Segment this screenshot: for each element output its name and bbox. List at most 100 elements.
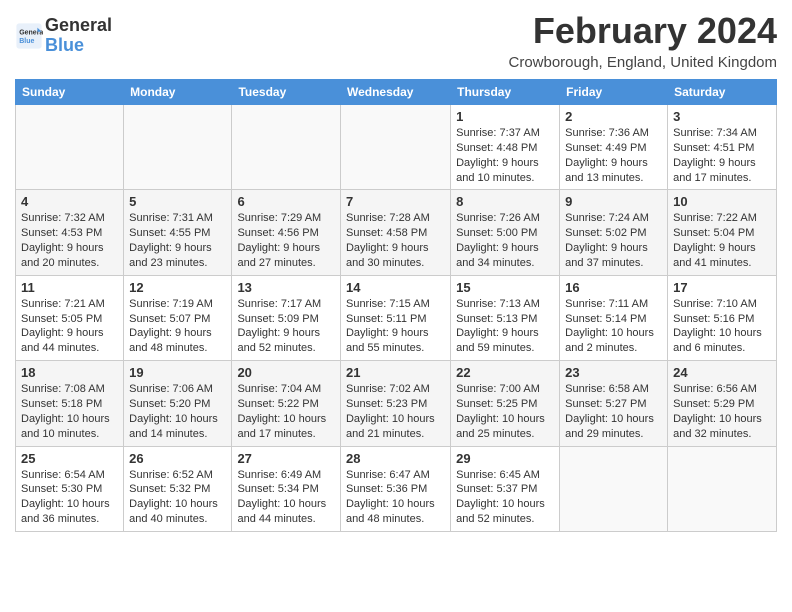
day-header-monday: Monday [124, 80, 232, 105]
svg-text:Blue: Blue [19, 38, 34, 45]
calendar-table: SundayMondayTuesdayWednesdayThursdayFrid… [15, 79, 777, 532]
day-info: Sunrise: 7:19 AM Sunset: 5:07 PM Dayligh… [129, 297, 226, 356]
day-number: 26 [129, 451, 226, 466]
week-row-4: 18 Sunrise: 7:08 AM Sunset: 5:18 PM Dayli… [16, 361, 777, 446]
day-number: 12 [129, 280, 226, 295]
calendar-cell: 17 Sunrise: 7:10 AM Sunset: 5:16 PM Dayli… [668, 275, 777, 360]
calendar-cell: 27 Sunrise: 6:49 AM Sunset: 5:34 PM Dayli… [232, 446, 341, 531]
calendar-cell: 1 Sunrise: 7:37 AM Sunset: 4:48 PM Daylig… [451, 105, 560, 190]
day-number: 7 [346, 194, 445, 209]
calendar-cell: 12 Sunrise: 7:19 AM Sunset: 5:07 PM Dayli… [124, 275, 232, 360]
calendar-cell: 2Sunrise: 7:36 AM Sunset: 4:49 PM Daylig… [560, 105, 668, 190]
calendar-cell: 21Sunrise: 7:02 AM Sunset: 5:23 PM Dayli… [340, 361, 450, 446]
calendar-cell [16, 105, 124, 190]
calendar-cell [340, 105, 450, 190]
day-info: Sunrise: 6:52 AM Sunset: 5:32 PM Dayligh… [129, 468, 226, 527]
day-number: 5 [129, 194, 226, 209]
day-info: Sunrise: 7:17 AM Sunset: 5:09 PM Dayligh… [237, 297, 335, 356]
calendar-cell: 9 Sunrise: 7:24 AM Sunset: 5:02 PM Daylig… [560, 190, 668, 275]
day-info: Sunrise: 7:04 AM Sunset: 5:22 PM Dayligh… [237, 382, 335, 441]
calendar-cell [232, 105, 341, 190]
day-info: Sunrise: 7:11 AM Sunset: 5:14 PM Dayligh… [565, 297, 662, 356]
calendar-cell: 6 Sunrise: 7:29 AM Sunset: 4:56 PM Daylig… [232, 190, 341, 275]
day-number: 28 [346, 451, 445, 466]
day-info: Sunrise: 6:58 AM Sunset: 5:27 PM Dayligh… [565, 382, 662, 441]
calendar-cell: 28 Sunrise: 6:47 AM Sunset: 5:36 PM Dayli… [340, 446, 450, 531]
day-number: 23 [565, 365, 662, 380]
calendar-cell [124, 105, 232, 190]
day-info: Sunrise: 7:26 AM Sunset: 5:00 PM Dayligh… [456, 211, 554, 270]
calendar-cell [560, 446, 668, 531]
day-number: 27 [237, 451, 335, 466]
day-info: Sunrise: 7:10 AM Sunset: 5:16 PM Dayligh… [673, 297, 771, 356]
calendar-cell: 24Sunrise: 6:56 AM Sunset: 5:29 PM Dayli… [668, 361, 777, 446]
day-header-wednesday: Wednesday [340, 80, 450, 105]
calendar-cell: 7Sunrise: 7:28 AM Sunset: 4:58 PM Daylig… [340, 190, 450, 275]
day-info: Sunrise: 6:49 AM Sunset: 5:34 PM Dayligh… [237, 468, 335, 527]
day-info: Sunrise: 7:21 AM Sunset: 5:05 PM Dayligh… [21, 297, 118, 356]
day-number: 29 [456, 451, 554, 466]
logo-line2: Blue [45, 36, 112, 56]
day-header-sunday: Sunday [16, 80, 124, 105]
day-number: 17 [673, 280, 771, 295]
day-number: 20 [237, 365, 335, 380]
day-number: 4 [21, 194, 118, 209]
day-info: Sunrise: 6:45 AM Sunset: 5:37 PM Dayligh… [456, 468, 554, 527]
day-info: Sunrise: 7:37 AM Sunset: 4:48 PM Dayligh… [456, 126, 554, 185]
location: Crowborough, England, United Kingdom [509, 54, 778, 71]
day-number: 3 [673, 109, 771, 124]
day-header-thursday: Thursday [451, 80, 560, 105]
calendar-cell: 18 Sunrise: 7:08 AM Sunset: 5:18 PM Dayli… [16, 361, 124, 446]
calendar-cell: 8 Sunrise: 7:26 AM Sunset: 5:00 PM Daylig… [451, 190, 560, 275]
calendar-cell [668, 446, 777, 531]
day-info: Sunrise: 6:54 AM Sunset: 5:30 PM Dayligh… [21, 468, 118, 527]
day-header-friday: Friday [560, 80, 668, 105]
week-row-3: 11Sunrise: 7:21 AM Sunset: 5:05 PM Dayli… [16, 275, 777, 360]
calendar-cell: 29 Sunrise: 6:45 AM Sunset: 5:37 PM Dayli… [451, 446, 560, 531]
day-info: Sunrise: 7:02 AM Sunset: 5:23 PM Dayligh… [346, 382, 445, 441]
calendar-cell: 25 Sunrise: 6:54 AM Sunset: 5:30 PM Dayli… [16, 446, 124, 531]
day-number: 1 [456, 109, 554, 124]
day-info: Sunrise: 7:15 AM Sunset: 5:11 PM Dayligh… [346, 297, 445, 356]
day-info: Sunrise: 7:00 AM Sunset: 5:25 PM Dayligh… [456, 382, 554, 441]
day-number: 8 [456, 194, 554, 209]
calendar-cell: 16 Sunrise: 7:11 AM Sunset: 5:14 PM Dayli… [560, 275, 668, 360]
day-info: Sunrise: 6:47 AM Sunset: 5:36 PM Dayligh… [346, 468, 445, 527]
day-info: Sunrise: 7:24 AM Sunset: 5:02 PM Dayligh… [565, 211, 662, 270]
day-number: 10 [673, 194, 771, 209]
day-info: Sunrise: 7:34 AM Sunset: 4:51 PM Dayligh… [673, 126, 771, 185]
logo-line1: General [45, 16, 112, 36]
day-number: 6 [237, 194, 335, 209]
day-number: 18 [21, 365, 118, 380]
calendar-cell: 11Sunrise: 7:21 AM Sunset: 5:05 PM Dayli… [16, 275, 124, 360]
day-header-tuesday: Tuesday [232, 80, 341, 105]
day-number: 2 [565, 109, 662, 124]
day-info: Sunrise: 7:08 AM Sunset: 5:18 PM Dayligh… [21, 382, 118, 441]
day-info: Sunrise: 7:29 AM Sunset: 4:56 PM Dayligh… [237, 211, 335, 270]
day-number: 22 [456, 365, 554, 380]
day-info: Sunrise: 7:06 AM Sunset: 5:20 PM Dayligh… [129, 382, 226, 441]
day-number: 15 [456, 280, 554, 295]
calendar-cell: 23 Sunrise: 6:58 AM Sunset: 5:27 PM Dayli… [560, 361, 668, 446]
day-number: 25 [21, 451, 118, 466]
day-header-saturday: Saturday [668, 80, 777, 105]
calendar-cell: 22 Sunrise: 7:00 AM Sunset: 5:25 PM Dayli… [451, 361, 560, 446]
logo: General Blue General Blue [15, 16, 112, 56]
day-number: 13 [237, 280, 335, 295]
day-number: 16 [565, 280, 662, 295]
day-info: Sunrise: 6:56 AM Sunset: 5:29 PM Dayligh… [673, 382, 771, 441]
month-year: February 2024 [509, 10, 778, 52]
day-number: 19 [129, 365, 226, 380]
week-row-5: 25 Sunrise: 6:54 AM Sunset: 5:30 PM Dayli… [16, 446, 777, 531]
calendar-cell: 13 Sunrise: 7:17 AM Sunset: 5:09 PM Dayli… [232, 275, 341, 360]
week-row-1: 1 Sunrise: 7:37 AM Sunset: 4:48 PM Daylig… [16, 105, 777, 190]
calendar-cell: 26 Sunrise: 6:52 AM Sunset: 5:32 PM Dayli… [124, 446, 232, 531]
day-info: Sunrise: 7:22 AM Sunset: 5:04 PM Dayligh… [673, 211, 771, 270]
calendar-cell: 19 Sunrise: 7:06 AM Sunset: 5:20 PM Dayli… [124, 361, 232, 446]
calendar-cell: 4Sunrise: 7:32 AM Sunset: 4:53 PM Daylig… [16, 190, 124, 275]
day-info: Sunrise: 7:13 AM Sunset: 5:13 PM Dayligh… [456, 297, 554, 356]
week-row-2: 4Sunrise: 7:32 AM Sunset: 4:53 PM Daylig… [16, 190, 777, 275]
calendar-cell: 15 Sunrise: 7:13 AM Sunset: 5:13 PM Dayli… [451, 275, 560, 360]
title-block: February 2024 Crowborough, England, Unit… [509, 10, 778, 71]
day-number: 9 [565, 194, 662, 209]
